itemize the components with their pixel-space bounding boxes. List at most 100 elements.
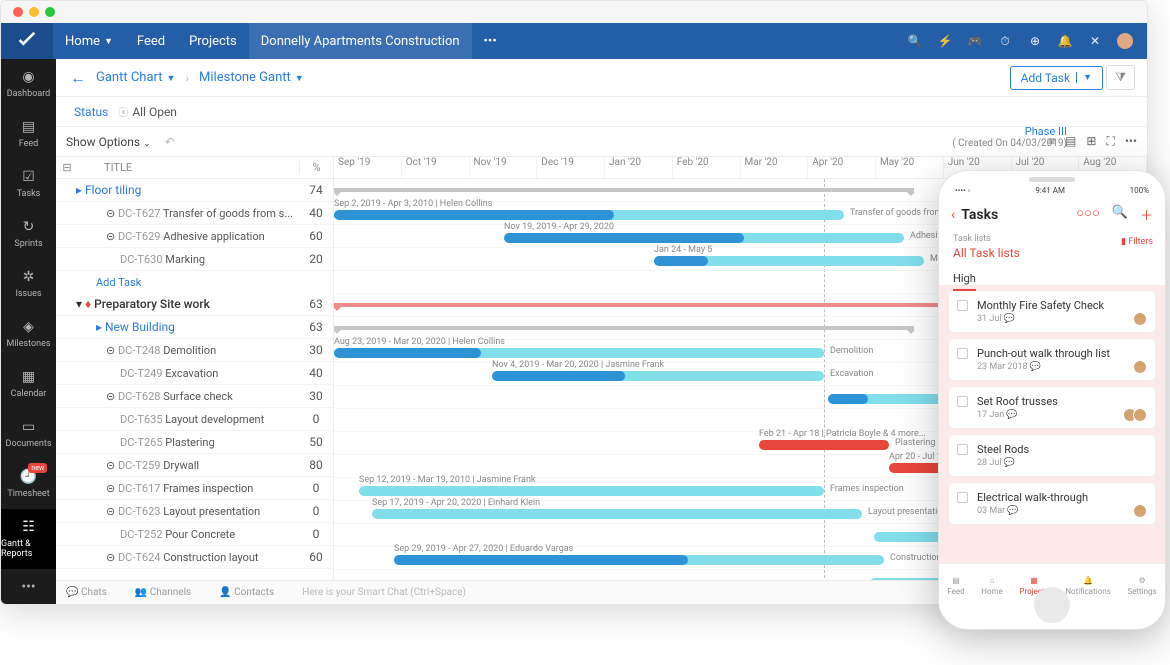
- sidebar-more[interactable]: •••: [1, 569, 56, 605]
- nav-projects[interactable]: Projects: [177, 23, 249, 59]
- chevron-right-icon: ›: [185, 71, 189, 85]
- nav-more[interactable]: •••: [472, 23, 509, 59]
- search-icon[interactable]: 🔍: [907, 33, 923, 49]
- bell-icon[interactable]: 🔔: [1057, 33, 1073, 49]
- baseline-icon[interactable]: ≡: [1048, 134, 1055, 149]
- status-bar: Status ⓧ All Open: [56, 97, 1147, 127]
- mobile-add-icon[interactable]: ＋: [1140, 205, 1153, 224]
- mobile-task-card[interactable]: Punch-out walk through list23 Mar 2018 💬: [949, 339, 1155, 380]
- hierarchy-icon[interactable]: ⊟: [56, 161, 78, 174]
- mobile-task-card[interactable]: Set Roof trusses17 Jan 💬: [949, 387, 1155, 428]
- task-row[interactable]: [56, 569, 333, 580]
- mobile-tasklists[interactable]: All Task lists: [939, 246, 1165, 266]
- task-row[interactable]: DC-T635 Layout development0: [56, 408, 333, 431]
- task-row[interactable]: ▸ Floor tiling74: [56, 179, 333, 202]
- task-row[interactable]: ⊝ DC-T628 Surface check30: [56, 385, 333, 408]
- checkbox[interactable]: [957, 444, 968, 455]
- close-dot[interactable]: [13, 7, 23, 17]
- sidebar-milestones[interactable]: ◈Milestones: [1, 309, 56, 359]
- sidebar-gantt[interactable]: ☷Gantt & Reports: [1, 509, 56, 569]
- dashboard-icon: ◉: [22, 69, 34, 85]
- show-options[interactable]: Show Options ⌄: [66, 135, 151, 149]
- back-arrow-icon[interactable]: ←: [70, 68, 86, 88]
- feed-icon: ▤: [952, 576, 960, 585]
- task-row[interactable]: DC-T630 Marking20: [56, 248, 333, 271]
- phone-status-bar: •••• ◦9:41 AM100%: [939, 171, 1165, 201]
- sidebar-dashboard[interactable]: ◉Dashboard: [1, 59, 56, 109]
- task-row[interactable]: ⊝ DC-T629 Adhesive application60: [56, 225, 333, 248]
- breadcrumb-milestone[interactable]: Milestone Gantt▼: [199, 70, 304, 85]
- gantt-bar[interactable]: [372, 509, 862, 519]
- mobile-nav-feed[interactable]: ▤Feed: [947, 576, 964, 596]
- bolt-icon[interactable]: ⚡: [937, 33, 953, 49]
- tools-icon[interactable]: ✕: [1087, 33, 1103, 49]
- zoom-icon[interactable]: ⊞: [1086, 134, 1096, 149]
- add-task-button[interactable]: Add Task▼: [1010, 66, 1103, 90]
- app-logo[interactable]: [1, 23, 53, 59]
- nav-feed[interactable]: Feed: [125, 23, 177, 59]
- task-row[interactable]: ⊝ DC-T624 Construction layout60: [56, 546, 333, 569]
- plus-icon[interactable]: ⊕: [1027, 33, 1043, 49]
- bottom-contacts[interactable]: 👤 Contacts: [219, 587, 274, 598]
- sidebar-tasks[interactable]: ☑Tasks: [1, 159, 56, 209]
- bottom-channels[interactable]: 👥 Channels: [135, 587, 191, 598]
- undo-icon[interactable]: ↶: [165, 135, 175, 149]
- sidebar-calendar[interactable]: ▦Calendar: [1, 359, 56, 409]
- task-row[interactable]: ⊝ DC-T627 Transfer of goods from s...40: [56, 202, 333, 225]
- task-row[interactable]: DC-T249 Excavation40: [56, 362, 333, 385]
- more-menu-icon[interactable]: •••: [1125, 134, 1137, 149]
- user-avatar[interactable]: [1117, 33, 1133, 49]
- task-row[interactable]: ▾ ♦ Preparatory Site work63: [56, 293, 333, 316]
- mobile-task-card[interactable]: Steel Rods28 Jul 💬: [949, 435, 1155, 476]
- task-row[interactable]: DC-T252 Pour Concrete0: [56, 523, 333, 546]
- gantt-toolbar: Show Options ⌄ ↶ Phase III ( Created On …: [56, 127, 1147, 157]
- mobile-task-card[interactable]: Monthly Fire Safety Check31 Jul 💬: [949, 291, 1155, 332]
- task-row[interactable]: ⊝ DC-T623 Layout presentation0: [56, 500, 333, 523]
- checkbox[interactable]: [957, 396, 968, 407]
- task-row[interactable]: DC-T265 Plastering50: [56, 431, 333, 454]
- minimize-dot[interactable]: [29, 7, 39, 17]
- mobile-task-card[interactable]: Electrical walk-through03 Mar 💬: [949, 483, 1155, 524]
- mobile-filters[interactable]: ▮ Filters: [1121, 237, 1153, 247]
- breadcrumb-gantt[interactable]: Gantt Chart▼: [96, 70, 175, 85]
- gamepad-icon[interactable]: 🎮: [967, 33, 983, 49]
- checkbox[interactable]: [957, 348, 968, 359]
- sidebar-timesheet[interactable]: 🕘Timesheet: [1, 459, 56, 509]
- nav-home[interactable]: Home▼: [53, 23, 125, 59]
- task-row[interactable]: ▸ New Building63: [56, 316, 333, 339]
- sidebar-feed[interactable]: ▤Feed: [1, 109, 56, 159]
- add-task-link[interactable]: Add Task: [56, 271, 333, 293]
- bottom-chats[interactable]: 💬 Chats: [66, 587, 107, 598]
- sidebar-documents[interactable]: ▭Documents: [1, 409, 56, 459]
- gantt-bar[interactable]: [359, 486, 824, 496]
- timeline-month: Apr '20: [808, 157, 876, 178]
- mobile-nav-home[interactable]: ⌂Home: [981, 576, 1003, 596]
- checkbox[interactable]: [957, 492, 968, 503]
- task-row[interactable]: ⊝ DC-T248 Demolition30: [56, 339, 333, 362]
- maximize-dot[interactable]: [45, 7, 55, 17]
- nav-current-project[interactable]: Donnelly Apartments Construction: [249, 23, 472, 59]
- mobile-search-icon[interactable]: 🔍: [1112, 205, 1128, 224]
- sidebar-issues[interactable]: ✲Issues: [1, 259, 56, 309]
- filter-button[interactable]: ⧩: [1106, 65, 1135, 90]
- task-row[interactable]: ⊝ DC-T259 Drywall80: [56, 454, 333, 477]
- critical-path-icon[interactable]: ▤: [1065, 134, 1076, 149]
- status-label[interactable]: Status: [74, 105, 108, 119]
- phone-home-button[interactable]: [1034, 587, 1070, 623]
- mobile-priority-tab[interactable]: High: [939, 266, 1165, 285]
- sidebar-sprints[interactable]: ↻Sprints: [1, 209, 56, 259]
- timer-icon[interactable]: ⏱: [997, 33, 1013, 49]
- mobile-back-icon[interactable]: ‹: [951, 207, 955, 223]
- status-value: All Open: [132, 105, 177, 119]
- clear-status-icon[interactable]: ⓧ: [118, 104, 128, 119]
- mobile-more-icon[interactable]: ○○○: [1076, 205, 1100, 224]
- chevron-down-icon[interactable]: ▼: [1076, 72, 1092, 83]
- gantt-bar[interactable]: [759, 440, 889, 450]
- left-sidebar: ◉Dashboard ▤Feed ☑Tasks ↻Sprints ✲Issues…: [1, 59, 56, 604]
- fullscreen-icon[interactable]: ⛶: [1106, 134, 1114, 149]
- checkbox[interactable]: [957, 300, 968, 311]
- documents-icon: ▭: [22, 419, 35, 435]
- task-row[interactable]: ⊝ DC-T617 Frames inspection0: [56, 477, 333, 500]
- mobile-nav-notifications[interactable]: 🔔Notifications: [1065, 576, 1110, 596]
- mobile-nav-settings[interactable]: ⚙Settings: [1127, 576, 1156, 596]
